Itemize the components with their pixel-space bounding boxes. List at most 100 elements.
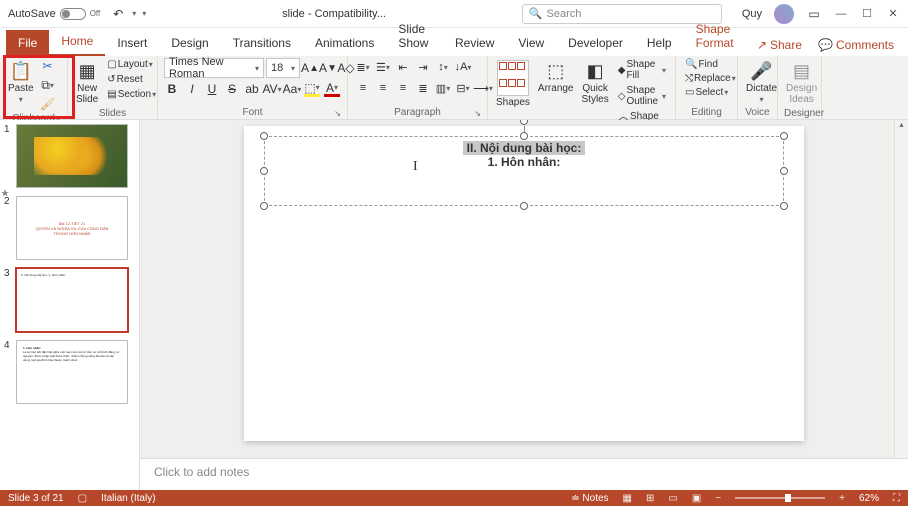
thumb-slide-4[interactable]: 1. Hôn nhân:Là sự liên kết đặc biệt giữa… bbox=[16, 340, 128, 404]
tab-slideshow[interactable]: Slide Show bbox=[386, 16, 443, 56]
find-button[interactable]: 🔍Find bbox=[682, 58, 721, 71]
reset-button[interactable]: ↺ Reset bbox=[104, 73, 159, 86]
rotate-handle[interactable] bbox=[520, 120, 528, 125]
tab-view[interactable]: View bbox=[506, 30, 556, 56]
language-status[interactable]: Italian (Italy) bbox=[101, 493, 155, 504]
design-ideas-button[interactable]: ▤Design Ideas bbox=[784, 58, 819, 107]
strike-button[interactable]: S bbox=[224, 81, 240, 97]
new-slide-button[interactable]: ▦ New Slide bbox=[74, 58, 100, 107]
close-button[interactable]: ✕ bbox=[886, 7, 900, 20]
slideshow-view-icon[interactable]: ▣ bbox=[692, 493, 701, 504]
layout-button[interactable]: ▢ Layout ▾ bbox=[104, 58, 159, 71]
underline-button[interactable]: U bbox=[204, 81, 220, 97]
justify-button[interactable]: ≣ bbox=[414, 79, 432, 97]
tab-developer[interactable]: Developer bbox=[556, 30, 635, 56]
tab-shape-format[interactable]: Shape Format bbox=[684, 16, 749, 56]
vertical-scrollbar[interactable]: ▴ bbox=[894, 120, 908, 458]
tab-design[interactable]: Design bbox=[159, 30, 220, 56]
selected-textbox[interactable]: I II. Nội dung bài học: 1. Hôn nhân: bbox=[264, 136, 784, 206]
char-spacing-button[interactable]: AV▾ bbox=[264, 81, 280, 97]
slide-position[interactable]: Slide 3 of 21 bbox=[8, 493, 64, 504]
increase-font-icon[interactable]: A▲ bbox=[302, 60, 318, 76]
indent-dec-button[interactable]: ⇤ bbox=[394, 58, 412, 76]
autosave-switch[interactable] bbox=[60, 8, 86, 20]
resize-handle-se[interactable] bbox=[780, 202, 788, 210]
shape-outline-button[interactable]: ◇Shape Outline▾ bbox=[615, 84, 669, 108]
minimize-button[interactable]: — bbox=[834, 8, 848, 20]
tab-insert[interactable]: Insert bbox=[105, 30, 159, 56]
resize-handle-e[interactable] bbox=[780, 167, 788, 175]
fit-window-icon[interactable]: ⛶ bbox=[893, 493, 900, 504]
highlight-button[interactable]: ⬚▾ bbox=[304, 81, 320, 97]
quick-styles-button[interactable]: ◧Quick Styles bbox=[580, 58, 611, 107]
zoom-slider[interactable] bbox=[735, 497, 825, 499]
slide-thumbnails-panel[interactable]: 1★ 2★Bài 12-TIẾT 21QUYỀN VÀ NGHĨA VỤ CỦA… bbox=[0, 120, 140, 490]
undo-icon[interactable]: ↶ bbox=[110, 6, 126, 22]
font-family-select[interactable]: Times New Roman▾ bbox=[164, 58, 264, 78]
tab-home[interactable]: Home bbox=[49, 28, 105, 56]
section-button[interactable]: ▤ Section ▾ bbox=[104, 88, 159, 101]
ribbon-display-icon[interactable]: ▭ bbox=[806, 6, 822, 22]
line-spacing-button[interactable]: ↕▾ bbox=[434, 58, 452, 76]
align-center-button[interactable]: ≡ bbox=[374, 79, 392, 97]
replace-button[interactable]: ⤭Replace▾ bbox=[682, 72, 739, 85]
indent-inc-button[interactable]: ⇥ bbox=[414, 58, 432, 76]
align-right-button[interactable]: ≡ bbox=[394, 79, 412, 97]
sorter-view-icon[interactable]: ⊞ bbox=[646, 493, 654, 504]
copy-icon[interactable]: ⧉▾ bbox=[40, 77, 56, 93]
paste-button[interactable]: 📋 Paste ▾ bbox=[6, 58, 36, 106]
italic-button[interactable]: I bbox=[184, 81, 200, 97]
arrange-button[interactable]: ⬚Arrange bbox=[536, 58, 576, 96]
align-left-button[interactable]: ≡ bbox=[354, 79, 372, 97]
cut-icon[interactable]: ✂ bbox=[40, 58, 56, 74]
shadow-button[interactable]: ab bbox=[244, 81, 260, 97]
bold-button[interactable]: B bbox=[164, 81, 180, 97]
textbox-line1[interactable]: II. Nội dung bài học: bbox=[463, 141, 586, 155]
notes-toggle[interactable]: ≐ Notes bbox=[571, 493, 608, 504]
zoom-out-button[interactable]: − bbox=[715, 493, 721, 504]
resize-handle-n[interactable] bbox=[520, 132, 528, 140]
user-avatar[interactable] bbox=[774, 4, 794, 24]
normal-view-icon[interactable]: ▦ bbox=[623, 493, 632, 504]
align-text-button[interactable]: ⊟▾ bbox=[454, 79, 472, 97]
share-button[interactable]: ↗Share bbox=[749, 34, 810, 56]
textbox-line2[interactable]: 1. Hôn nhân: bbox=[488, 155, 561, 169]
thumb-slide-2[interactable]: Bài 12-TIẾT 21QUYỀN VÀ NGHĨA VỤ CỦA CÔNG… bbox=[16, 196, 128, 260]
dictate-button[interactable]: 🎤Dictate▾ bbox=[744, 58, 779, 106]
text-direction-button[interactable]: ↓A▾ bbox=[454, 58, 472, 76]
select-button[interactable]: ▭Select▾ bbox=[682, 86, 731, 99]
tab-review[interactable]: Review bbox=[443, 30, 506, 56]
zoom-in-button[interactable]: + bbox=[839, 493, 845, 504]
resize-handle-sw[interactable] bbox=[260, 202, 268, 210]
resize-handle-nw[interactable] bbox=[260, 132, 268, 140]
thumb-slide-1[interactable] bbox=[16, 124, 128, 188]
tab-animations[interactable]: Animations bbox=[303, 30, 386, 56]
resize-handle-w[interactable] bbox=[260, 167, 268, 175]
shapes-button[interactable]: Shapes bbox=[494, 58, 532, 110]
columns-button[interactable]: ▥▾ bbox=[434, 79, 452, 97]
slide-canvas[interactable]: I II. Nội dung bài học: 1. Hôn nhân: bbox=[244, 126, 804, 441]
comments-button[interactable]: 💬Comments bbox=[810, 34, 902, 56]
decrease-font-icon[interactable]: A▼ bbox=[320, 60, 336, 76]
notes-pane[interactable]: Click to add notes bbox=[140, 458, 908, 490]
shape-fill-button[interactable]: ◆Shape Fill▾ bbox=[615, 58, 669, 82]
resize-handle-s[interactable] bbox=[520, 202, 528, 210]
font-size-select[interactable]: 18▾ bbox=[266, 58, 300, 78]
autosave-toggle[interactable]: AutoSave Off bbox=[8, 8, 100, 20]
accessibility-icon[interactable]: ▢ bbox=[78, 493, 87, 504]
resize-handle-ne[interactable] bbox=[780, 132, 788, 140]
undo-more[interactable]: ▾ bbox=[132, 9, 136, 18]
numbering-button[interactable]: ☰▾ bbox=[374, 58, 392, 76]
reading-view-icon[interactable]: ▭ bbox=[668, 493, 677, 504]
thumb-slide-3[interactable]: II. Nội dung bài học: 1. Hôn nhân: bbox=[16, 268, 128, 332]
paragraph-launcher[interactable]: ↘ bbox=[474, 109, 481, 118]
zoom-level[interactable]: 62% bbox=[859, 493, 879, 504]
font-launcher[interactable]: ↘ bbox=[334, 109, 341, 118]
tab-help[interactable]: Help bbox=[635, 30, 684, 56]
bullets-button[interactable]: ≣▾ bbox=[354, 58, 372, 76]
format-painter-icon[interactable]: 🖌 bbox=[40, 96, 56, 112]
tab-transitions[interactable]: Transitions bbox=[221, 30, 303, 56]
maximize-button[interactable]: ☐ bbox=[860, 7, 874, 20]
font-color-button[interactable]: A▾ bbox=[324, 81, 340, 97]
tab-file[interactable]: File bbox=[6, 30, 49, 56]
